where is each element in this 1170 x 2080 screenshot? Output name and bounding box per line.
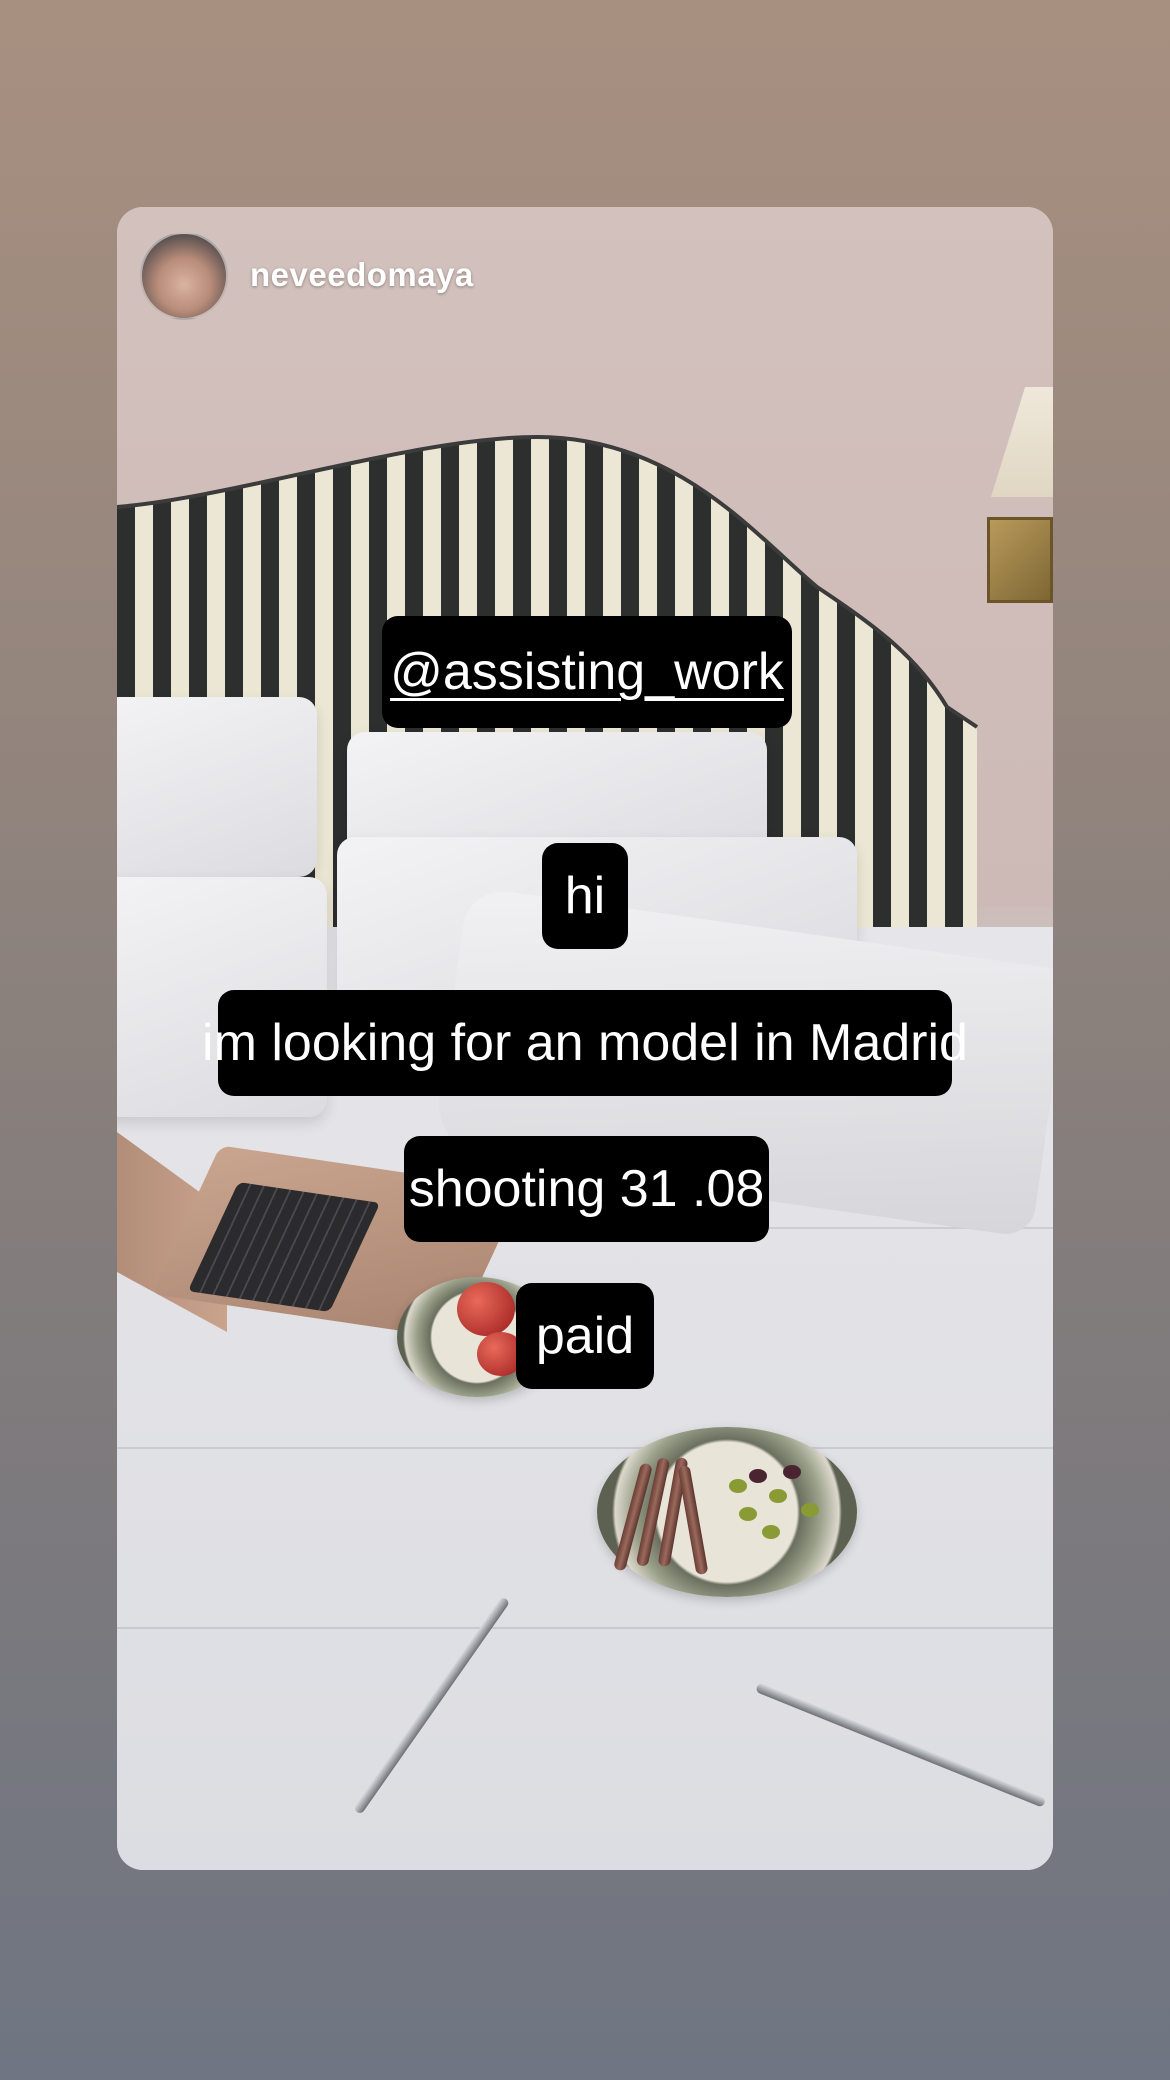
- olive: [762, 1525, 780, 1539]
- caption-looking-for-model: im looking for an model in Madrid: [202, 990, 968, 1096]
- apple: [457, 1282, 515, 1336]
- mention-text: @assisting_work: [390, 643, 784, 701]
- story-username[interactable]: neveedomaya: [250, 256, 474, 294]
- pillow: [117, 697, 317, 877]
- sheet-fold: [117, 1447, 1053, 1449]
- mention-sticker[interactable]: @assisting_work: [382, 616, 792, 728]
- caption-hi: hi: [542, 843, 628, 949]
- olive: [801, 1503, 819, 1517]
- olive: [769, 1489, 787, 1503]
- profile-avatar[interactable]: [140, 232, 228, 320]
- wall-sconce: [987, 517, 1053, 603]
- sheet-fold: [117, 1627, 1053, 1629]
- olive: [749, 1469, 767, 1483]
- olive: [739, 1507, 757, 1521]
- olive: [729, 1479, 747, 1493]
- caption-shooting-date: shooting 31 .08: [404, 1136, 769, 1242]
- olive: [783, 1465, 801, 1479]
- caption-paid: paid: [516, 1283, 654, 1389]
